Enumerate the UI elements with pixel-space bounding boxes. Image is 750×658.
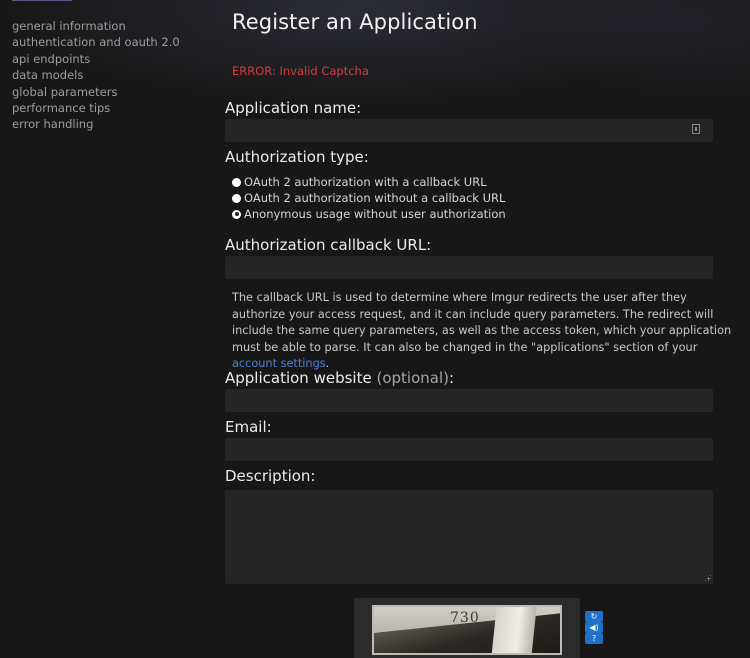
sidebar-item-authentication[interactable]: authentication and oauth 2.0: [12, 34, 180, 50]
sidebar-item-global-parameters[interactable]: global parameters: [12, 84, 180, 100]
callback-url-label: Authorization callback URL:: [225, 236, 432, 254]
help-icon[interactable]: ?: [585, 633, 603, 644]
refresh-icon[interactable]: ↻: [585, 611, 603, 622]
sidebar-item-performance-tips[interactable]: performance tips: [12, 100, 180, 116]
sidebar-item-api-endpoints[interactable]: api endpoints: [12, 51, 180, 67]
app-name-label: Application name:: [225, 99, 362, 117]
page-title: Register an Application: [232, 10, 478, 34]
sidebar-nav: general information authentication and o…: [12, 18, 180, 133]
callback-help-text: The callback URL is used to determine wh…: [232, 290, 737, 373]
optional-hint: (optional): [376, 369, 449, 387]
website-label: Application website (optional):: [225, 369, 454, 387]
auth-option-label: OAuth 2 authorization with a callback UR…: [244, 175, 487, 189]
auth-option-label: Anonymous usage without user authorizati…: [244, 207, 506, 221]
email-label: Email:: [225, 418, 272, 436]
auth-type-label: Authorization type:: [225, 148, 369, 166]
website-input[interactable]: [225, 389, 713, 412]
radio-button[interactable]: [232, 193, 241, 203]
callback-url-input[interactable]: [225, 256, 713, 279]
autofill-icon[interactable]: [692, 124, 700, 134]
app-name-input[interactable]: [225, 119, 713, 142]
description-label: Description:: [225, 467, 316, 485]
website-label-colon: :: [448, 369, 455, 387]
sidebar-item-general-information[interactable]: general information: [12, 18, 180, 34]
audio-icon[interactable]: ◀): [585, 622, 603, 633]
help-text-body: The callback URL is used to determine wh…: [232, 291, 732, 354]
radio-button[interactable]: [232, 177, 241, 187]
email-input[interactable]: [225, 438, 713, 461]
radio-button-selected[interactable]: [232, 209, 241, 219]
auth-option-no-callback[interactable]: OAuth 2 authorization without a callback…: [232, 191, 505, 205]
top-divider: [12, 0, 72, 1]
sidebar-item-data-models[interactable]: data models: [12, 67, 180, 83]
website-label-text: Application website: [225, 369, 372, 387]
auth-option-anonymous[interactable]: Anonymous usage without user authorizati…: [232, 207, 506, 221]
description-textarea[interactable]: [225, 490, 713, 584]
captcha-text: 730: [450, 610, 480, 626]
sidebar-item-error-handling[interactable]: error handling: [12, 116, 180, 132]
auth-option-callback[interactable]: OAuth 2 authorization with a callback UR…: [232, 175, 487, 189]
auth-option-label: OAuth 2 authorization without a callback…: [244, 191, 506, 205]
error-message: ERROR: Invalid Captcha: [232, 64, 369, 78]
